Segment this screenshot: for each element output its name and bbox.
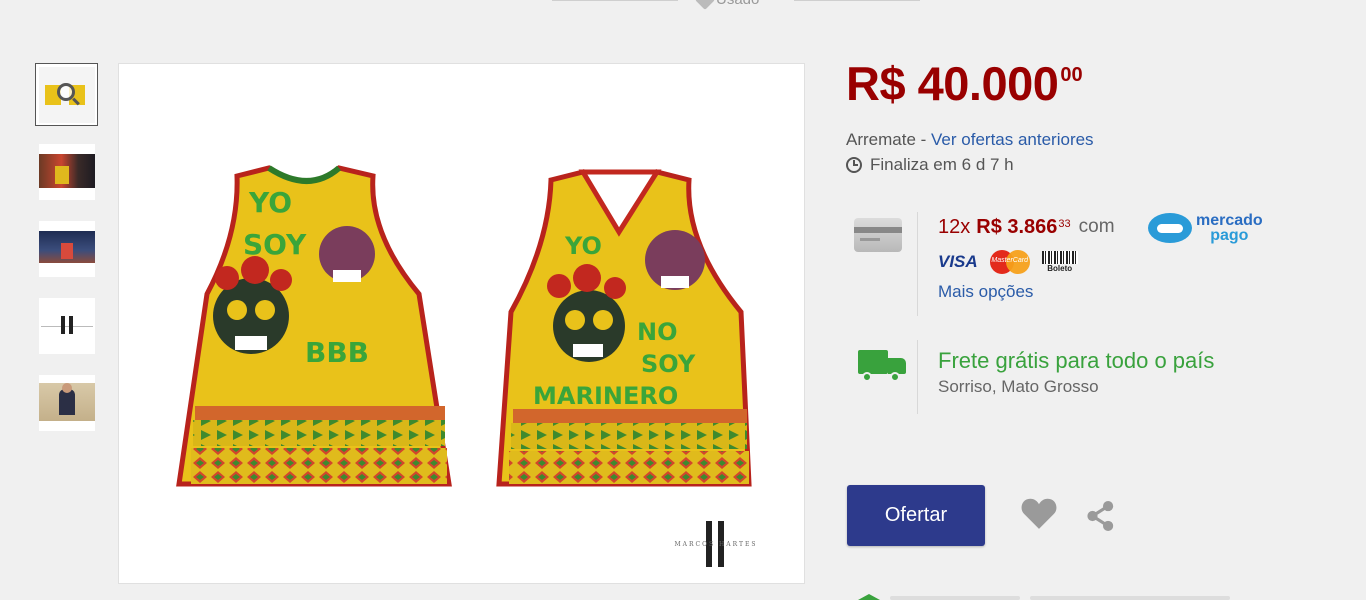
thumbnail-image (38, 143, 95, 200)
price-cents: 00 (1060, 64, 1083, 86)
price-main: R$ 40.000 (846, 57, 1059, 110)
zoom-icon (56, 82, 75, 101)
jersey-right: YO NO SOY MARINERO (496, 169, 752, 487)
thumbnail-4[interactable] (35, 294, 98, 357)
sale-type: Arremate (846, 130, 916, 149)
thumbnail-3[interactable] (35, 217, 98, 280)
condition-strip: Usado (552, 0, 920, 14)
truck-icon (858, 350, 908, 384)
offer-button[interactable]: Ofertar (847, 485, 985, 546)
svg-text:BBB: BBB (305, 336, 369, 369)
jerseys-illustration: YO SOY BBB YO NO SOY MARINERO (176, 165, 752, 487)
installment-info: 12x R$ 3.866 33 com (938, 216, 1115, 239)
svg-text:SOY: SOY (641, 350, 696, 378)
with-label: com (1078, 216, 1115, 237)
thumbnail-1[interactable] (35, 63, 98, 126)
thumbnail-2[interactable] (35, 140, 98, 203)
shipping-title: Frete grátis para todo o país (938, 348, 1215, 373)
condition-badge: Usado (695, 0, 759, 10)
visa-logo: VISA (938, 252, 978, 271)
share-icon[interactable] (1084, 498, 1118, 534)
handshake-icon (1148, 213, 1192, 243)
auction-end-row: Finaliza em 6 d 7 h (846, 155, 1014, 175)
clock-icon (846, 157, 862, 173)
mp-line2: pago (1210, 227, 1249, 244)
boleto-logo: Boleto (1041, 251, 1078, 273)
installment-count: 12x (938, 216, 971, 238)
separator: - (915, 130, 932, 149)
installment-cents: 33 (1058, 218, 1071, 230)
divider-line (794, 0, 920, 1)
previous-offers-link[interactable]: Ver ofertas anteriores (931, 130, 1094, 149)
thumbnail-image (38, 66, 95, 123)
svg-text:YO: YO (248, 186, 292, 219)
mercado-pago-logo: mercado pago (1148, 212, 1263, 244)
condition-label: Usado (716, 0, 759, 8)
watermark-logo: MARCOS HARTES (656, 519, 776, 569)
installment-amount: R$ 3.866 (976, 216, 1058, 238)
thumbnail-image (38, 297, 95, 354)
more-payment-options-link[interactable]: Mais opções (938, 282, 1033, 302)
heart-icon[interactable] (1020, 495, 1058, 531)
tag-icon (695, 0, 715, 10)
thumbnail-image (38, 374, 95, 431)
mastercard-label: MasterCard (991, 257, 1028, 264)
divider-line (552, 0, 678, 1)
partial-text (890, 596, 1020, 600)
svg-text:SOY: SOY (243, 228, 307, 261)
svg-text:NO: NO (637, 318, 678, 346)
auction-ends-text: Finaliza em 6 d 7 h (870, 155, 1014, 174)
thumbnail-image (38, 220, 95, 277)
sale-type-row: Arremate - Ver ofertas anteriores (846, 130, 1094, 150)
thumbnail-5[interactable] (35, 371, 98, 434)
barcode-icon (1041, 251, 1078, 264)
partial-text (1030, 596, 1230, 600)
boleto-label: Boleto (1047, 264, 1073, 273)
svg-text:MARINERO: MARINERO (533, 382, 678, 410)
mp-line1: mercado (1196, 212, 1263, 229)
divider-vertical (917, 212, 918, 316)
thumbnail-list (35, 63, 99, 448)
watermark-text: MARCOS HARTES (674, 541, 758, 548)
shipping-location: Sorriso, Mato Grosso (938, 377, 1099, 396)
divider-vertical (917, 340, 918, 414)
price: R$ 40.000 00 (846, 56, 1083, 111)
svg-text:YO: YO (564, 232, 602, 260)
mastercard-logo: MasterCard (989, 249, 1030, 275)
credit-card-icon (854, 218, 902, 252)
payment-methods: VISA MasterCard Boleto (938, 249, 1078, 275)
main-product-image[interactable]: YO SOY BBB YO NO SOY MARINERO MARCOS HAR… (118, 63, 805, 584)
jersey-left: YO SOY BBB (176, 165, 452, 487)
reputation-icon (858, 594, 880, 600)
